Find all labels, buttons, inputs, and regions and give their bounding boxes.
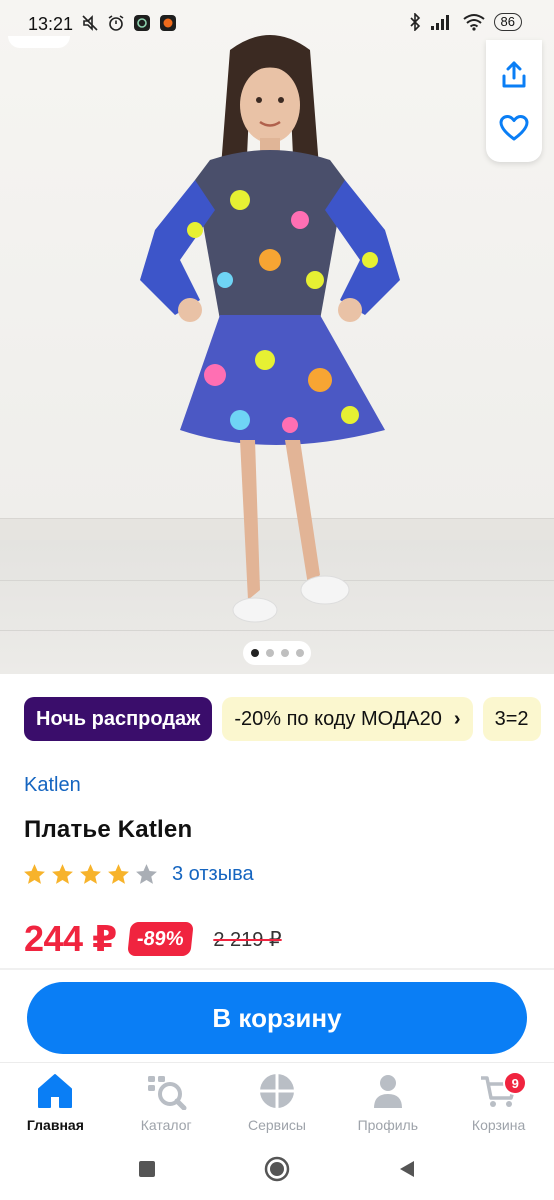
tab-cart[interactable]: 9 Корзина xyxy=(443,1063,554,1138)
promo-chip-label: Ночь распродаж xyxy=(36,707,201,730)
current-price: 244 ₽ xyxy=(24,918,117,959)
star-icon xyxy=(80,864,101,884)
add-to-cart-button[interactable]: В корзину xyxy=(27,982,527,1054)
tab-label: Сервисы xyxy=(247,1117,306,1133)
tab-catalog[interactable]: Каталог xyxy=(111,1063,222,1138)
share-button[interactable] xyxy=(497,58,531,92)
tab-profile[interactable]: Профиль xyxy=(332,1063,443,1138)
star-icon xyxy=(108,864,129,884)
brand-link[interactable]: Katlen xyxy=(24,774,81,797)
star-icon xyxy=(52,864,73,884)
system-nav-bar xyxy=(0,1138,554,1200)
promo-chip-3for2[interactable]: 3=2 xyxy=(482,697,541,741)
gallery-dot[interactable] xyxy=(280,649,289,657)
tab-services[interactable]: Сервисы xyxy=(222,1063,333,1138)
promo-chip-label: 3=2 xyxy=(494,707,529,730)
product-image-gallery[interactable]: 13:21 86 xyxy=(0,0,554,674)
gallery-dot[interactable] xyxy=(295,649,304,657)
discount-badge: -89% xyxy=(126,922,194,956)
profile-icon xyxy=(366,1071,410,1111)
home-button[interactable] xyxy=(262,1154,292,1184)
old-price: 2 219 ₽ xyxy=(213,928,282,951)
tab-label: Корзина xyxy=(471,1117,526,1133)
status-bar: 13:21 86 xyxy=(0,0,554,48)
bluetooth-icon xyxy=(409,13,420,31)
back-triangle-icon xyxy=(400,1161,414,1177)
gallery-dot[interactable] xyxy=(265,649,274,657)
back-button[interactable] xyxy=(392,1154,422,1184)
signal-icon xyxy=(430,15,449,30)
product-title: Платье Katlen xyxy=(24,816,193,843)
recent-apps-button[interactable] xyxy=(132,1154,162,1184)
battery-indicator: 86 xyxy=(493,13,522,31)
tab-label: Каталог xyxy=(140,1117,192,1133)
promo-chip-sale-night[interactable]: Ночь распродаж xyxy=(24,697,213,741)
muted-icon xyxy=(80,13,100,33)
square-icon xyxy=(139,1161,155,1177)
circle-icon xyxy=(264,1156,290,1182)
product-page: 13:21 86 Ночь распродаж -20% по коду МОД… xyxy=(0,0,554,1200)
tab-label: Профиль xyxy=(357,1117,418,1133)
share-icon xyxy=(502,61,526,87)
wifi-icon xyxy=(462,14,485,31)
tab-home[interactable]: Главная xyxy=(0,1063,111,1138)
gallery-dot[interactable] xyxy=(250,649,259,657)
status-time: 13:21 xyxy=(28,14,74,34)
product-photo-figure xyxy=(140,35,400,623)
app-icon xyxy=(158,13,178,33)
rating-row[interactable]: 3 отзыва xyxy=(22,862,254,887)
tab-label: Главная xyxy=(26,1117,84,1133)
gallery-pagination xyxy=(243,641,311,665)
image-actions xyxy=(486,40,542,162)
home-icon xyxy=(33,1071,77,1111)
reviews-link[interactable]: 3 отзыва xyxy=(172,863,254,886)
star-empty-icon xyxy=(136,864,157,884)
system-icons: 86 xyxy=(408,13,522,31)
notification-icons xyxy=(80,13,178,33)
app-icon xyxy=(132,13,152,33)
promo-chip-label: -20% по коду МОДА20 xyxy=(234,707,442,730)
alarm-icon xyxy=(106,13,126,33)
bottom-tab-bar: Главная Каталог Сервисы Профиль 9 Корзин… xyxy=(0,1062,554,1138)
services-icon xyxy=(255,1071,299,1111)
price-row: 244 ₽ -89% 2 219 ₽ xyxy=(24,918,282,960)
cart-badge: 9 xyxy=(503,1071,528,1095)
heart-icon xyxy=(499,114,529,140)
divider xyxy=(0,968,554,970)
catalog-search-icon xyxy=(144,1071,188,1111)
chevron-right-icon: › xyxy=(453,707,461,730)
star-icon xyxy=(24,864,45,884)
promo-chip-code[interactable]: -20% по коду МОДА20 › xyxy=(222,697,473,741)
promo-chips: Ночь распродаж -20% по коду МОДА20 › 3=2 xyxy=(24,697,554,741)
favorite-button[interactable] xyxy=(497,111,531,145)
back-tab[interactable] xyxy=(8,36,70,48)
